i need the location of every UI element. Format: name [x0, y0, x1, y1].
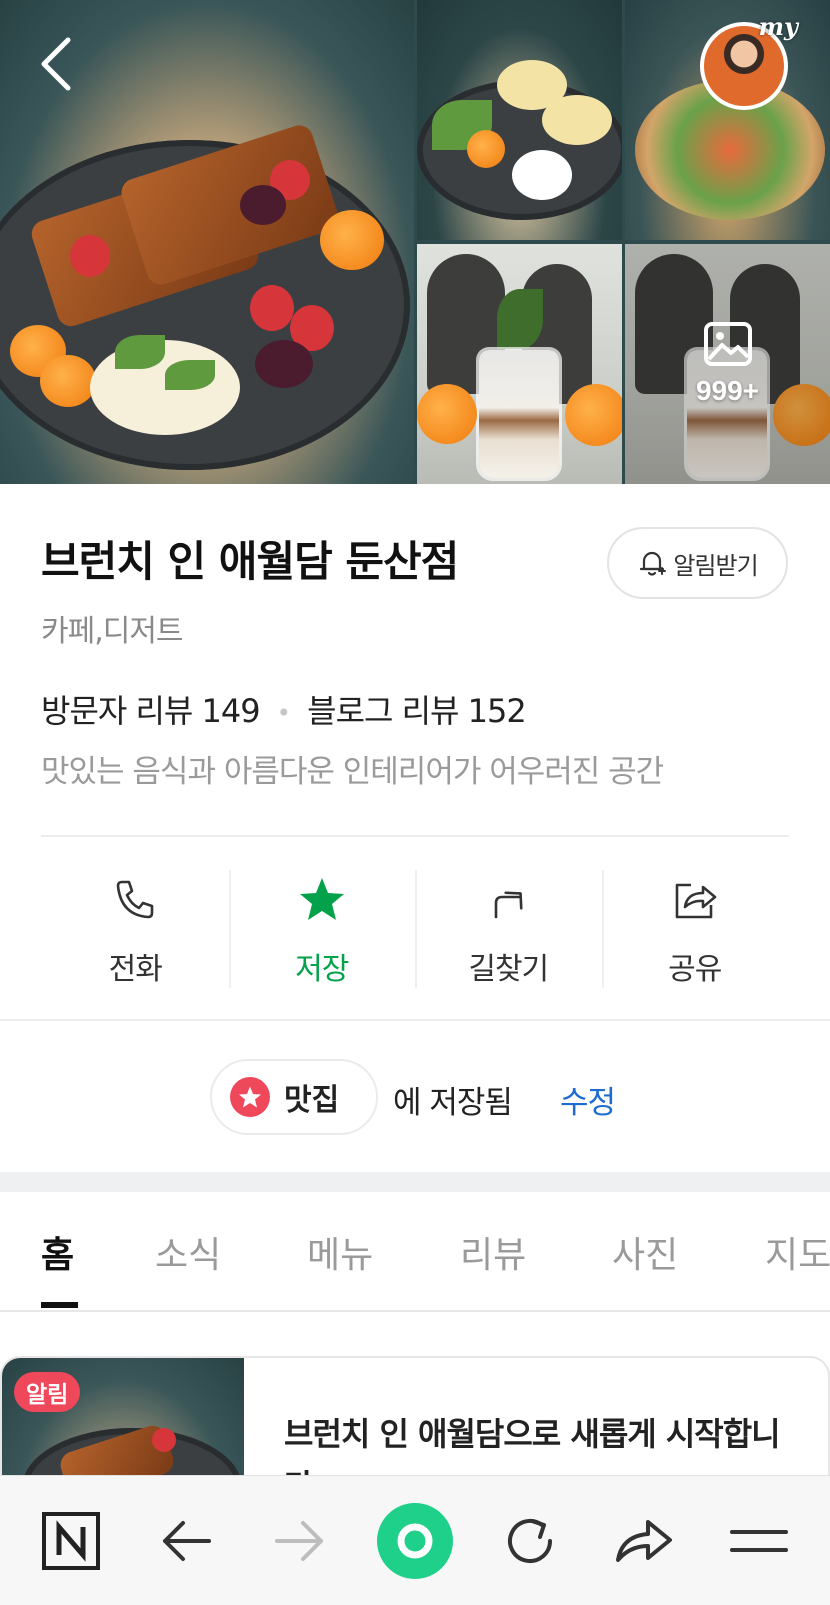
star-circle-icon: [230, 1077, 270, 1117]
sauce-bowl-shape: [512, 150, 572, 200]
photo-more[interactable]: 999+: [625, 244, 830, 484]
save-button[interactable]: 저장: [228, 864, 416, 992]
blackberry-shape: [255, 340, 313, 388]
bell-plus-icon: [640, 551, 667, 576]
visitor-review-link[interactable]: 방문자 리뷰 149: [41, 692, 261, 730]
saved-folder-chip[interactable]: 맛집: [210, 1059, 378, 1135]
tab-photo[interactable]: 사진: [612, 1226, 678, 1278]
edit-saved-link[interactable]: 수정: [560, 1077, 616, 1122]
share-arrow-icon: [616, 1519, 673, 1562]
share-page-button[interactable]: [599, 1496, 689, 1586]
share-button[interactable]: 공유: [601, 864, 789, 992]
my-profile[interactable]: my: [696, 12, 798, 116]
blog-review-link[interactable]: 블로그 리뷰 152: [307, 692, 527, 730]
plant-shape: [497, 289, 543, 349]
back-button[interactable]: [141, 1496, 231, 1586]
divider: [41, 835, 789, 837]
refresh-icon: [507, 1518, 552, 1563]
orange-shape: [467, 130, 505, 168]
naver-home-button[interactable]: [26, 1496, 116, 1586]
alarm-button[interactable]: 알림받기: [607, 527, 788, 599]
section-separator: [0, 1172, 830, 1192]
orange-shape: [565, 384, 622, 446]
forward-button[interactable]: [255, 1496, 345, 1586]
photo-thumb[interactable]: [417, 0, 622, 240]
call-label: 전화: [108, 952, 163, 987]
phone-icon: [116, 880, 154, 919]
review-counts: 방문자 리뷰 149 • 블로그 리뷰 152: [41, 686, 527, 732]
photo-gallery: 999+ my: [0, 0, 830, 484]
image-icon: [703, 322, 752, 366]
berry-shape: [70, 235, 110, 277]
more-photos-overlay: 999+: [625, 244, 830, 484]
saved-status-text: 에 저장됨: [393, 1085, 513, 1121]
menu-icon: [729, 1529, 788, 1552]
egg-shape: [542, 95, 612, 145]
drink-glass-shape: [479, 350, 559, 478]
tab-bar: 홈 소식 메뉴 리뷰 사진 지도: [0, 1192, 830, 1312]
share-label: 공유: [668, 952, 722, 987]
tab-review[interactable]: 리뷰: [460, 1226, 526, 1278]
action-row: 전화 저장 길찾기 공유: [0, 864, 830, 992]
tab-news[interactable]: 소식: [155, 1226, 221, 1278]
orange-shape: [320, 210, 384, 270]
back-arrow-icon: [162, 1520, 211, 1561]
back-icon[interactable]: [36, 36, 76, 92]
forward-arrow-icon: [275, 1520, 324, 1561]
saved-folder-name: 맛집: [284, 1083, 340, 1118]
blackberry-shape: [240, 185, 286, 225]
photo-thumb[interactable]: [417, 244, 622, 484]
more-photos-count: 999+: [695, 375, 760, 406]
route-arrow-icon: [494, 891, 523, 919]
save-label: 저장: [295, 952, 349, 987]
place-title: 브런치 인 애월담 둔산점: [41, 537, 459, 586]
mint-leaf-shape: [115, 335, 165, 369]
place-category: 카페,디저트: [41, 614, 184, 649]
directions-label: 길찾기: [468, 952, 549, 987]
dot-separator: •: [276, 699, 291, 727]
berry-shape: [152, 1428, 176, 1452]
place-description: 맛있는 음식과 아름다운 인테리어가 어우러진 공간: [41, 754, 664, 790]
refresh-button[interactable]: [485, 1496, 575, 1586]
tab-map[interactable]: 지도: [765, 1226, 830, 1278]
green-dot-icon: [376, 1502, 453, 1579]
star-icon: [299, 878, 344, 920]
notice-badge: 알림: [14, 1372, 81, 1412]
main-photo[interactable]: [0, 0, 414, 484]
share-icon: [675, 883, 717, 919]
my-badge: my: [758, 12, 798, 41]
alarm-button-label: 알림받기: [673, 551, 758, 580]
tab-home[interactable]: 홈: [41, 1226, 74, 1278]
berry-shape: [250, 285, 294, 331]
green-dot-button[interactable]: [370, 1496, 460, 1586]
directions-button[interactable]: 길찾기: [415, 864, 602, 992]
orange-shape: [40, 355, 96, 407]
naver-home-icon: [42, 1511, 101, 1570]
tab-menu[interactable]: 메뉴: [307, 1226, 373, 1278]
active-tab-indicator: [41, 1302, 78, 1308]
mint-leaf-shape: [165, 360, 215, 390]
browser-toolbar: [0, 1475, 830, 1605]
call-button[interactable]: 전화: [42, 864, 229, 992]
menu-button[interactable]: [714, 1496, 804, 1586]
divider: [0, 1019, 830, 1021]
orange-shape: [417, 384, 477, 444]
